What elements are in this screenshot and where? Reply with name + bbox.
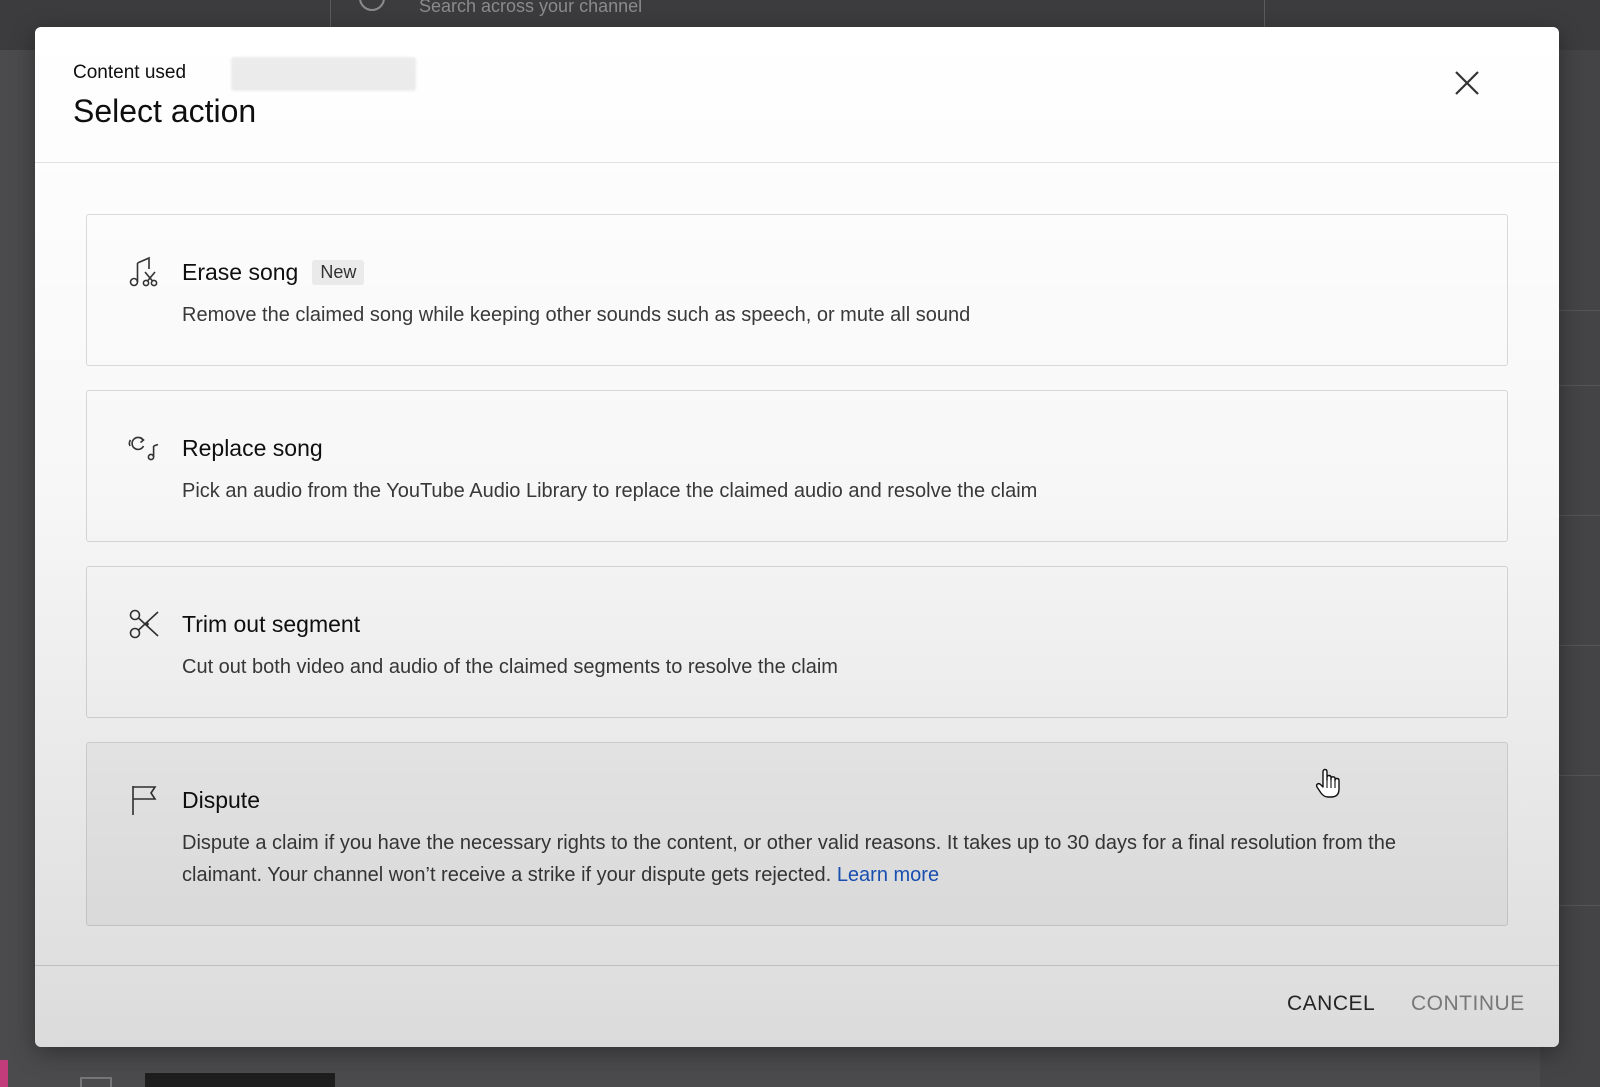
continue-button[interactable]: CONTINUE xyxy=(1411,992,1525,1016)
select-action-dialog: Content used Select action Erase song Ne… xyxy=(35,27,1559,1047)
dialog-title: Select action xyxy=(73,93,257,129)
close-button[interactable] xyxy=(1447,63,1487,103)
background-accent xyxy=(0,1060,8,1087)
option-title: Erase song New xyxy=(182,259,365,286)
option-title: Dispute xyxy=(182,787,260,813)
option-description: Pick an audio from the YouTube Audio Lib… xyxy=(182,480,1038,502)
flag-icon xyxy=(127,783,161,817)
close-icon xyxy=(1455,71,1479,95)
option-description-text: Dispute a claim if you have the necessar… xyxy=(182,832,1396,886)
background-search-placeholder: Search across your channel xyxy=(419,0,643,16)
redacted-content-name xyxy=(231,57,416,91)
search-icon xyxy=(359,0,385,11)
background-checkbox xyxy=(80,1077,112,1087)
background-thumbnail xyxy=(145,1073,335,1087)
option-replace-song[interactable]: Replace song Pick an audio from the YouT… xyxy=(86,390,1508,542)
music-scissors-icon xyxy=(127,255,161,289)
option-description: Cut out both video and audio of the clai… xyxy=(182,656,838,678)
option-trim-segment[interactable]: Trim out segment Cut out both video and … xyxy=(86,566,1508,718)
new-badge: New xyxy=(312,260,365,285)
hand-pointer-cursor xyxy=(1314,768,1342,800)
dialog-header: Content used Select action xyxy=(35,27,1559,163)
learn-more-link[interactable]: Learn more xyxy=(837,864,939,886)
dialog-footer: CANCEL CONTINUE xyxy=(35,965,1559,1047)
option-description: Remove the claimed song while keeping ot… xyxy=(182,304,971,326)
option-title: Trim out segment xyxy=(182,611,361,637)
scissors-icon xyxy=(127,607,161,641)
replace-song-icon xyxy=(127,431,161,465)
option-description: Dispute a claim if you have the necessar… xyxy=(182,827,1472,891)
option-dispute[interactable]: Dispute Dispute a claim if you have the … xyxy=(86,742,1508,926)
background-search-bar: Search across your channel xyxy=(330,0,1265,28)
option-title-text: Erase song xyxy=(182,259,299,285)
content-used-label: Content used xyxy=(73,62,187,83)
cancel-button[interactable]: CANCEL xyxy=(1287,992,1375,1016)
option-erase-song[interactable]: Erase song New Remove the claimed song wh… xyxy=(86,214,1508,366)
option-title: Replace song xyxy=(182,435,323,461)
